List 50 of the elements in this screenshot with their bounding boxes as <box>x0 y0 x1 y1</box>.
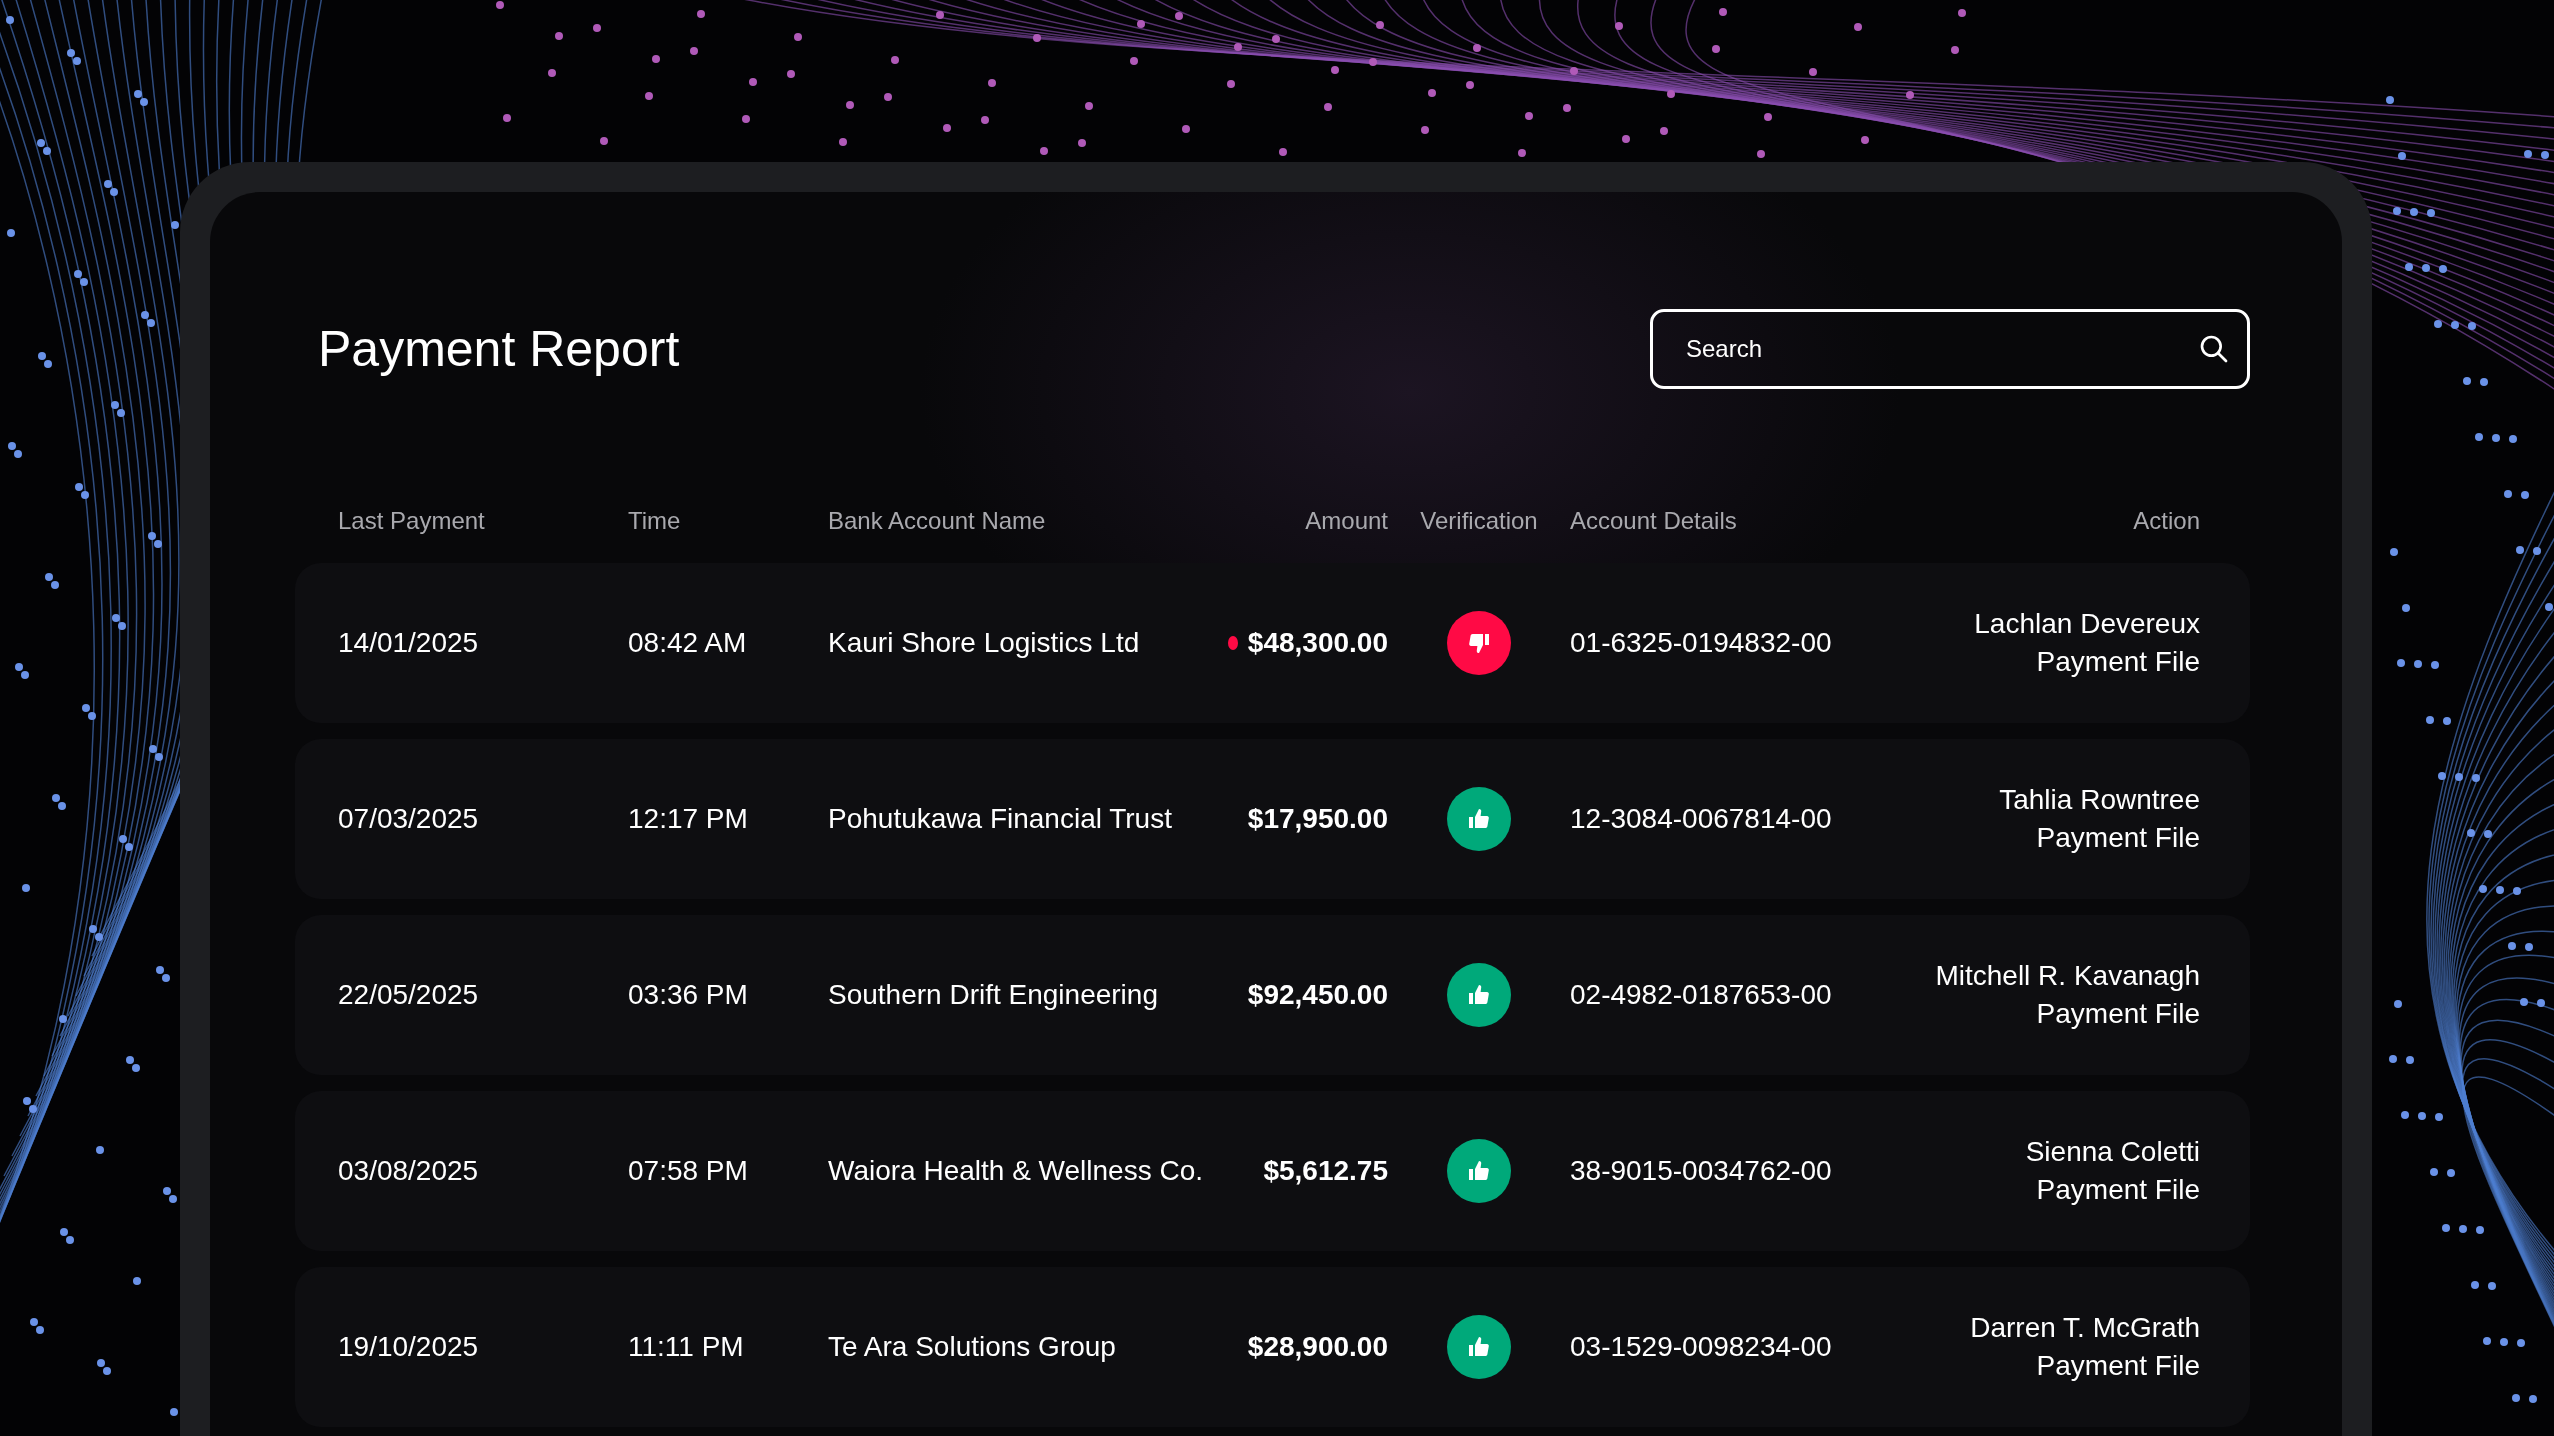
person-name: Lachlan Devereux <box>1974 608 2200 640</box>
amount-text: $28,900.00 <box>1247 1331 1388 1363</box>
amount-text: $5,612.75 <box>1263 1155 1388 1187</box>
thumbs-up-icon <box>1467 1335 1491 1359</box>
person-name: Darren T. McGrath <box>1970 1312 2200 1344</box>
column-header: Account Details <box>1570 507 1737 535</box>
bank-name-cell-text: Pohutukawa Financial Trust <box>828 803 1173 835</box>
time-cell-text: 08:42 AM <box>628 627 748 659</box>
amount-text: $92,450.00 <box>1247 979 1388 1011</box>
column-header: Verification <box>1420 507 1538 535</box>
date-cell-text: 03/08/2025 <box>338 1155 480 1187</box>
account-number-cell-text: 03-1529-0098234-00 <box>1570 1331 1833 1363</box>
thumbs-down-icon <box>1467 631 1491 655</box>
account-number-cell-text: 38-9015-0034762-00 <box>1570 1155 1833 1187</box>
bank-name-cell-text: Kauri Shore Logistics Ltd <box>828 627 1141 659</box>
search-icon <box>2198 333 2230 365</box>
bank-name-cell-text: Waiora Health & Wellness Co. <box>828 1155 1205 1187</box>
account-number-cell-text: 01-6325-0194832-00 <box>1570 627 1833 659</box>
bank-name-cell-text: Te Ara Solutions Group <box>828 1331 1117 1363</box>
payment-file-link[interactable]: Payment File <box>2036 822 2200 854</box>
thumbs-up-icon <box>1467 807 1491 831</box>
thumbs-up-icon <box>1467 1159 1491 1183</box>
column-header: Bank Account Name <box>828 507 1046 535</box>
time-cell-text: 03:36 PM <box>628 979 749 1011</box>
person-name: Tahlia Rowntree <box>1999 784 2200 816</box>
date-cell-text: 19/10/2025 <box>338 1331 480 1363</box>
payment-file-link[interactable]: Payment File <box>2036 646 2200 678</box>
time-cell-text: 07:58 PM <box>628 1155 749 1187</box>
time-cell-text: 11:11 PM <box>628 1331 745 1363</box>
account-number-cell-text: 02-4982-0187653-00 <box>1570 979 1833 1011</box>
payment-file-link[interactable]: Payment File <box>2036 1350 2200 1382</box>
column-header: Amount <box>1305 507 1388 535</box>
person-name: Mitchell R. Kavanagh <box>1935 960 2200 992</box>
date-cell-text: 14/01/2025 <box>338 627 480 659</box>
thumbs-up-icon <box>1467 983 1491 1007</box>
date-cell-text: 22/05/2025 <box>338 979 480 1011</box>
column-header: Time <box>628 507 681 535</box>
time-cell-text: 12:17 PM <box>628 803 749 835</box>
amount-text: $17,950.00 <box>1247 803 1388 835</box>
search-field[interactable]: Search <box>1650 309 2250 389</box>
payment-file-link[interactable]: Payment File <box>2036 998 2200 1030</box>
payment-file-link[interactable]: Payment File <box>2036 1174 2200 1206</box>
account-number-cell-text: 12-3084-0067814-00 <box>1570 803 1833 835</box>
page-title: Payment Report <box>318 320 680 378</box>
column-header: Last Payment <box>338 507 485 535</box>
person-name: Sienna Coletti <box>2025 1136 2200 1168</box>
date-cell-text: 07/03/2025 <box>338 803 480 835</box>
bank-name-cell-text: Southern Drift Engineering <box>828 979 1159 1011</box>
amount-text: $48,300.00 <box>1247 627 1388 659</box>
column-header: Action <box>2133 507 2200 535</box>
